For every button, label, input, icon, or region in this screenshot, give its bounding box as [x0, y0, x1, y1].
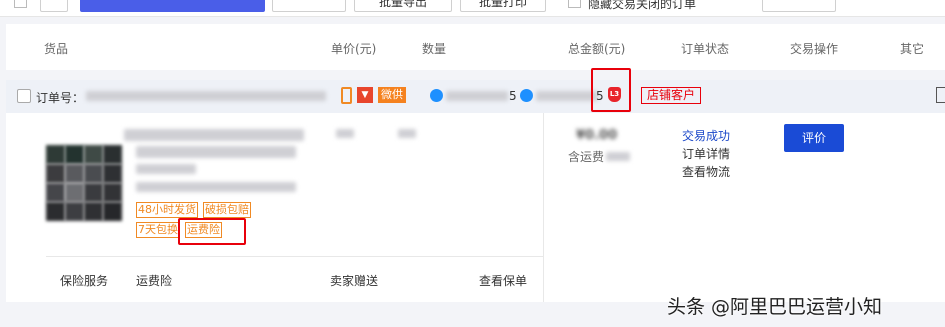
order-status[interactable]: 交易成功: [682, 127, 730, 144]
order-checkbox[interactable]: [17, 89, 31, 103]
col-actions: 交易操作: [790, 42, 839, 56]
rate-button[interactable]: 评价: [784, 124, 844, 152]
batch-export-button[interactable]: 批量导出: [354, 0, 452, 12]
prev-page-button[interactable]: [762, 0, 836, 12]
order-detail-link[interactable]: 订单详情: [682, 145, 730, 162]
freight-insurance-highlight-box: [178, 218, 246, 245]
level-highlight-box: [591, 68, 631, 112]
seller-name-redacted: [536, 91, 598, 101]
product-thumbnail[interactable]: [46, 145, 122, 221]
product-title-redacted: [136, 146, 296, 158]
product-spec-redacted: [398, 129, 416, 138]
hide-closed-checkbox[interactable]: [568, 0, 581, 8]
wangwang-icon[interactable]: [520, 89, 533, 102]
insurance-service-value: 运费险: [136, 274, 173, 288]
batch-collect-button[interactable]: [272, 0, 346, 12]
shipping-note: 含运费: [568, 148, 631, 165]
product-attr-redacted: [136, 182, 296, 192]
product-attr-redacted: [136, 164, 196, 174]
promotion-icon: ▼: [357, 87, 373, 103]
col-status: 订单状态: [681, 42, 730, 56]
shop-customer-tag: 店铺客户: [641, 87, 702, 104]
order-number-redacted: [86, 91, 326, 101]
view-policy-link[interactable]: 查看保单: [479, 272, 527, 289]
col-other: 其它: [900, 42, 925, 56]
col-quantity: 数量: [422, 42, 447, 56]
hide-closed-label: 隐藏交易关闭的订单: [588, 0, 697, 11]
service-tag-48h: 48小时发货: [136, 202, 198, 218]
column-divider: [543, 113, 544, 302]
batch-print-button[interactable]: 批量打印: [460, 0, 546, 12]
mobile-order-icon: [341, 87, 352, 104]
wangwang-icon[interactable]: [430, 89, 443, 102]
expand-icon[interactable]: [936, 87, 945, 103]
order-card: 订单号： ▼ 微供 5 5 L3 店铺客户 48小时发货 破损包赔 7天包换 运…: [6, 68, 945, 302]
product-title-redacted: [124, 129, 304, 141]
col-total: 总金额(元): [568, 42, 626, 56]
col-goods: 货品: [44, 42, 69, 56]
buyer-name-suffix: 5: [509, 89, 517, 103]
featured-action-button[interactable]: [80, 0, 265, 12]
view-logistics-link[interactable]: 查看物流: [682, 163, 730, 180]
insurance-service-label: 保险服务: [60, 274, 109, 288]
product-spec-redacted: [336, 129, 354, 138]
col-unit-price: 单价(元): [331, 42, 377, 56]
toolbar: 批量导出 批量打印 隐藏交易关闭的订单: [0, 0, 945, 17]
shipping-prefix: 含运费: [568, 150, 605, 164]
toolbar-button-partial[interactable]: [40, 0, 68, 12]
order-total-redacted: ¥0.00: [576, 128, 618, 143]
shipping-amount-redacted: [606, 152, 631, 161]
order-card-header: 订单号： ▼ 微供 5 5 L3 店铺客户: [6, 68, 945, 113]
order-number-label: 订单号：: [36, 91, 85, 105]
seller-gift-label: 卖家赠送: [330, 274, 379, 288]
watermark: 头条 @阿里巴巴运营小知: [667, 296, 883, 318]
service-tag-damage: 破损包赔: [203, 202, 251, 218]
select-all-checkbox[interactable]: [14, 0, 27, 8]
row-divider: [46, 256, 543, 257]
buyer-name-redacted: [446, 91, 508, 101]
service-tag-7day: 7天包换: [136, 222, 180, 238]
weigong-badge: 微供: [378, 87, 406, 103]
order-list-header: 货品 单价(元) 数量 总金额(元) 订单状态 交易操作 其它: [6, 24, 945, 70]
